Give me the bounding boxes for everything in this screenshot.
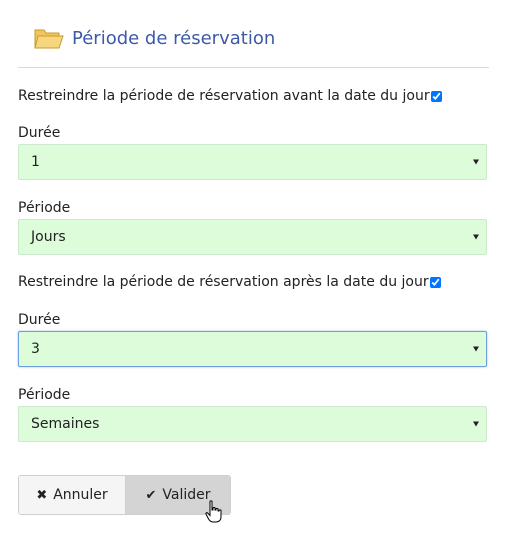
action-button-group: ✖ Annuler ✔ Valider (18, 475, 231, 515)
cancel-button[interactable]: ✖ Annuler (19, 476, 126, 514)
duration-after-value: 3 (31, 341, 40, 357)
duration-after-select[interactable]: 3 (18, 331, 487, 367)
caret-down-icon (473, 234, 479, 240)
restrict-after-row: Restreindre la période de réservation ap… (18, 274, 441, 290)
restrict-before-label: Restreindre la période de réservation av… (18, 88, 430, 104)
duration-before-label: Durée (18, 125, 61, 141)
period-before-label: Période (18, 200, 71, 216)
restrict-before-checkbox[interactable] (430, 90, 442, 102)
close-icon: ✖ (36, 487, 48, 503)
folder-open-icon (34, 29, 64, 49)
caret-down-icon (473, 346, 479, 352)
hand-pointer-cursor-icon (205, 500, 222, 523)
cancel-button-label: Annuler (53, 487, 108, 503)
check-icon: ✔ (145, 487, 157, 503)
period-before-select[interactable]: Jours (18, 219, 487, 255)
period-after-label: Période (18, 387, 71, 403)
restrict-after-checkbox[interactable] (429, 276, 441, 288)
caret-down-icon (473, 159, 479, 165)
duration-after-label: Durée (18, 312, 61, 328)
period-after-value: Semaines (31, 416, 100, 432)
period-before-value: Jours (31, 229, 66, 245)
duration-before-select[interactable]: 1 (18, 144, 487, 180)
page-title: Période de réservation (72, 27, 276, 49)
header-divider (18, 67, 489, 68)
submit-button-label: Valider (162, 487, 211, 503)
section-header: Période de réservation (34, 26, 275, 50)
restrict-after-label: Restreindre la période de réservation ap… (18, 274, 429, 290)
restrict-before-row: Restreindre la période de réservation av… (18, 88, 442, 104)
period-after-select[interactable]: Semaines (18, 406, 487, 442)
caret-down-icon (473, 421, 479, 427)
duration-before-value: 1 (31, 154, 40, 170)
